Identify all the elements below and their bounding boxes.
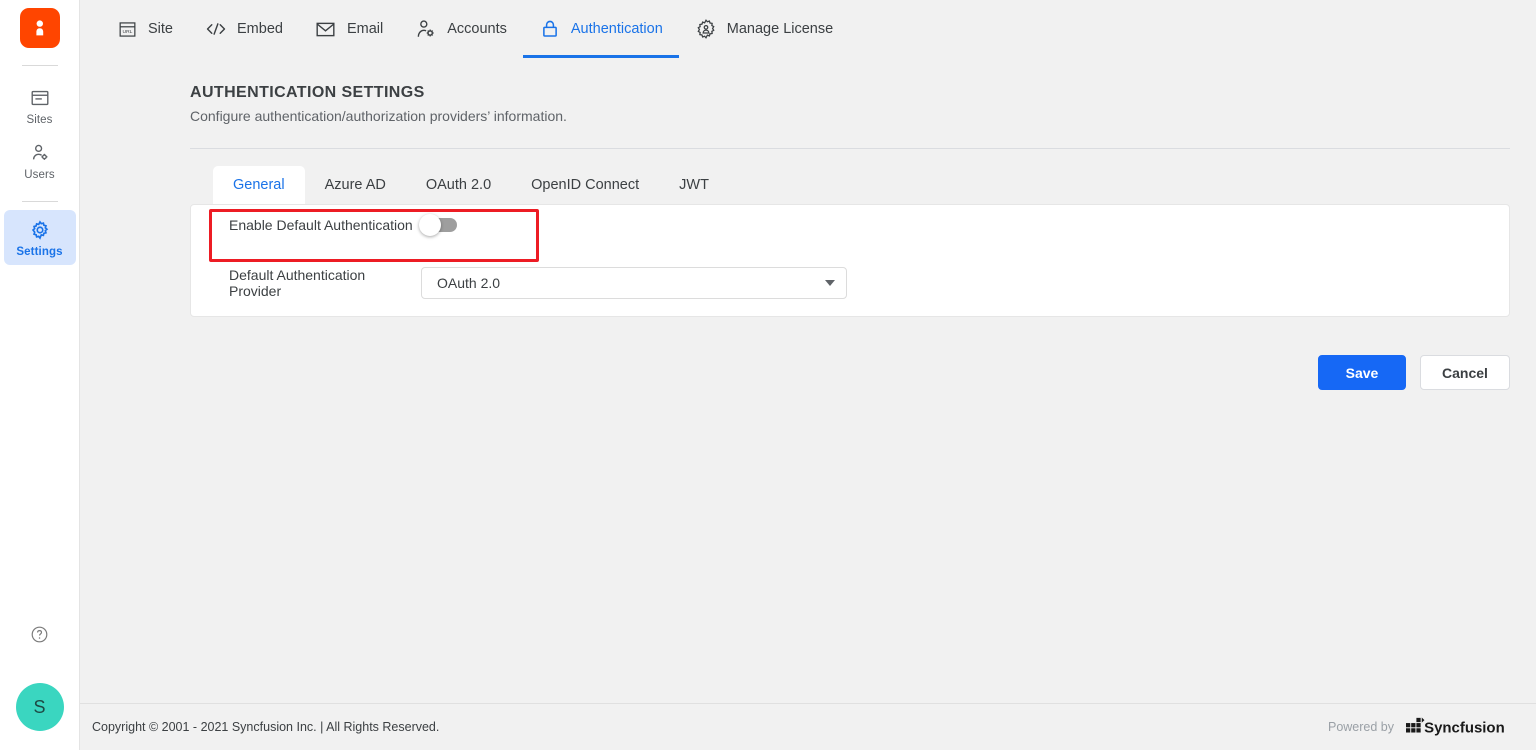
tab-label: Manage License xyxy=(726,21,834,37)
gear-icon xyxy=(29,219,51,241)
tab-authentication[interactable]: Authentication xyxy=(522,0,679,58)
svg-text:URL: URL xyxy=(122,29,132,35)
footer: Copyright © 2001 - 2021 Syncfusion Inc. … xyxy=(80,703,1536,750)
tab-embed[interactable]: Embed xyxy=(189,0,299,58)
rail-divider-bottom xyxy=(21,201,58,202)
help-circle-icon[interactable] xyxy=(30,625,49,649)
envelope-icon xyxy=(315,18,337,40)
tab-site[interactable]: URL Site xyxy=(100,0,189,58)
general-settings-panel: Enable Default Authentication Default Au… xyxy=(190,203,1510,317)
tab-openid-connect[interactable]: OpenID Connect xyxy=(511,166,659,204)
main-area: URL Site Embed Email Accounts Authentica… xyxy=(80,0,1536,750)
copyright-text: Copyright © 2001 - 2021 Syncfusion Inc. … xyxy=(92,720,440,734)
sites-icon xyxy=(29,87,51,109)
left-nav-rail: Sites Users Settings S xyxy=(0,0,80,750)
url-window-icon: URL xyxy=(116,18,138,40)
default-provider-select[interactable]: OAuth 2.0 xyxy=(421,266,847,299)
users-icon xyxy=(29,142,51,164)
person-gear-icon xyxy=(415,18,437,40)
sidebar-item-label: Users xyxy=(24,169,55,181)
default-provider-label: Default Authentication Provider xyxy=(229,266,366,299)
sidebar-item-settings[interactable]: Settings xyxy=(3,210,76,265)
default-provider-row: Default Authentication Provider OAuth 2.… xyxy=(211,266,847,299)
tab-label: Authentication xyxy=(570,21,663,37)
tab-accounts[interactable]: Accounts xyxy=(399,0,523,58)
tab-label: OpenID Connect xyxy=(531,177,640,193)
cancel-label: Cancel xyxy=(1442,364,1488,381)
tab-label: General xyxy=(233,177,285,193)
lock-icon xyxy=(539,18,561,40)
tab-label: Site xyxy=(148,21,173,37)
avatar[interactable]: S xyxy=(15,683,64,731)
save-button[interactable]: Save xyxy=(1318,355,1406,390)
powered-by-group: Powered by Syncfusion xyxy=(1328,717,1510,737)
tab-label: Embed xyxy=(237,21,283,37)
syncfusion-logo-icon: Syncfusion xyxy=(1406,717,1510,737)
tab-general[interactable]: General xyxy=(213,166,305,204)
sidebar-item-users[interactable]: Users xyxy=(4,133,76,188)
powered-by-label: Powered by xyxy=(1327,720,1394,734)
page-title: AUTHENTICATION SETTINGS xyxy=(190,84,425,101)
sidebar-item-sites[interactable]: Sites xyxy=(4,78,76,133)
sidebar-item-label: Sites xyxy=(26,114,53,126)
app-root: Sites Users Settings S URL Site Embed Em… xyxy=(0,0,1536,750)
tab-label: OAuth 2.0 xyxy=(425,177,492,193)
form-actions: Save Cancel xyxy=(1318,355,1510,390)
tab-label: Accounts xyxy=(447,21,507,37)
rail-divider-top xyxy=(21,65,58,66)
save-label: Save xyxy=(1345,364,1379,381)
chevron-down-icon xyxy=(825,279,835,286)
page-header: AUTHENTICATION SETTINGS Configure authen… xyxy=(80,60,1536,124)
tab-azure-ad[interactable]: Azure AD xyxy=(305,166,406,204)
page-subtitle: Configure authentication/authorization p… xyxy=(190,108,567,124)
tab-label: Email xyxy=(346,21,384,37)
gear-person-icon xyxy=(695,18,717,40)
default-provider-value: OAuth 2.0 xyxy=(437,274,501,291)
cancel-button[interactable]: Cancel xyxy=(1420,355,1510,390)
tab-email[interactable]: Email xyxy=(299,0,399,58)
toggle-knob xyxy=(419,213,441,236)
tab-label: Azure AD xyxy=(324,177,386,193)
avatar-initial: S xyxy=(33,696,46,717)
tab-oauth2[interactable]: OAuth 2.0 xyxy=(406,166,511,204)
tab-manage-license[interactable]: Manage License xyxy=(679,0,849,58)
rail-bottom-group: S xyxy=(0,625,79,750)
enable-default-auth-label: Enable Default Authentication xyxy=(229,216,413,233)
enable-default-auth-toggle[interactable] xyxy=(419,213,457,236)
settings-tabstrip: General Azure AD OAuth 2.0 OpenID Connec… xyxy=(80,166,1536,204)
enable-default-auth-row: Enable Default Authentication xyxy=(211,213,457,236)
svg-text:Syncfusion: Syncfusion xyxy=(1424,720,1505,737)
header-divider xyxy=(190,148,1510,149)
code-brackets-icon xyxy=(205,18,227,40)
top-navigation: URL Site Embed Email Accounts Authentica… xyxy=(80,0,1536,60)
tab-label: JWT xyxy=(679,177,709,193)
tab-jwt[interactable]: JWT xyxy=(659,166,729,204)
boldbi-logo-icon[interactable] xyxy=(19,8,60,48)
sidebar-item-label: Settings xyxy=(16,246,63,258)
